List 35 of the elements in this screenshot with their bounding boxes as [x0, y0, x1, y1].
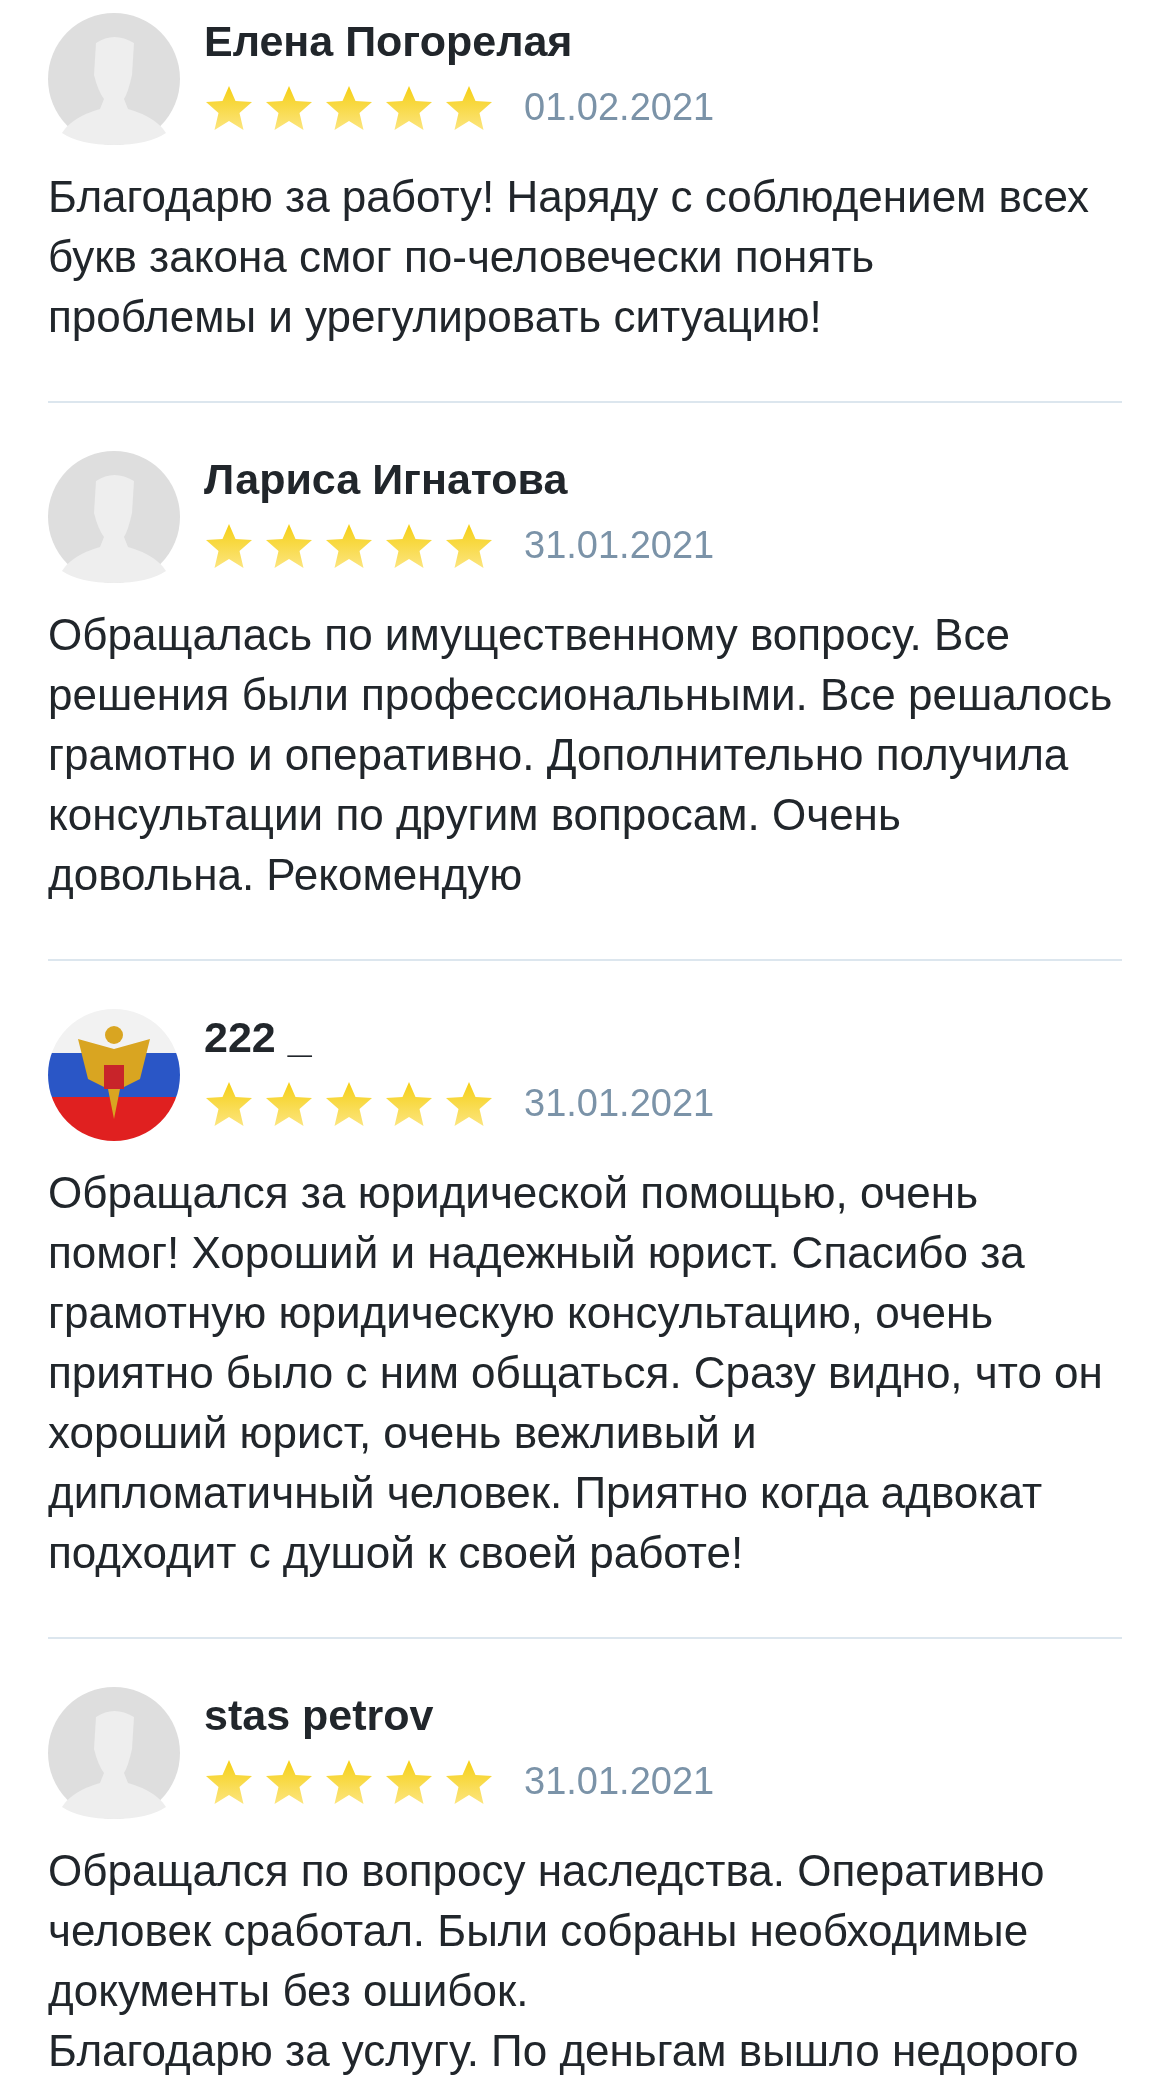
star-icon [204, 1080, 254, 1127]
review-date: 31.01.2021 [524, 1759, 715, 1804]
star-icon [444, 1080, 494, 1127]
avatar-silhouette-icon [48, 13, 180, 145]
author-name: Елена Погорелая [204, 16, 574, 67]
star-icon [384, 1080, 434, 1127]
star-icon [204, 522, 254, 569]
star-icon [384, 1758, 434, 1805]
star-icon [324, 84, 374, 131]
author-name: Лариса Игнатова [204, 454, 569, 505]
avatar-silhouette-icon [48, 451, 180, 583]
star-icon [384, 84, 434, 131]
review-text: Обращался за юридической помощью, очень помог! Хороший и надежный юрист. Спасибо за грамотную юридическую консультацию, очень приятно было с ним общаться. Сразу видно, что он хороший юрист, очень вежливый и дипломатичный человек. Приятно когда адвокат подходит с душой к своей работе! [48, 1167, 1104, 1579]
star-icon [444, 1758, 494, 1805]
review-text: Благодарю за работу! Наряду с соблюдением всех букв закона смог по-человечески понять проблемы и урегулировать ситуацию! [48, 171, 1090, 343]
star-icon [324, 1758, 374, 1805]
review-text: Обращалась по имущественному вопросу. Все решения были профессиональными. Все решалось грамотно и оперативно. Дополнительно получила консультации по другим вопросам. Очень довольна. Рекомендую [48, 609, 1114, 901]
review-date: 31.01.2021 [524, 1081, 715, 1126]
star-icon [264, 1080, 314, 1127]
star-icon [444, 522, 494, 569]
star-icon [444, 84, 494, 131]
star-icon [384, 522, 434, 569]
star-icon [324, 1080, 374, 1127]
author-name: stas petrov [204, 1690, 435, 1741]
review-date: 01.02.2021 [524, 85, 715, 130]
star-icon [264, 84, 314, 131]
star-icon [204, 1758, 254, 1805]
avatar-silhouette-icon [48, 1687, 180, 1819]
star-icon [264, 1758, 314, 1805]
star-icon [264, 522, 314, 569]
review-text: Обращался по вопросу наследства. Оперативно человек сработал. Были собраны необходимые документы без ошибок. Благодарю за услугу. По деньгам вышло недорого [48, 1845, 1080, 2077]
author-name: 222 _ [204, 1012, 313, 1063]
star-icon [204, 84, 254, 131]
star-icon [324, 522, 374, 569]
review-date: 31.01.2021 [524, 523, 715, 568]
